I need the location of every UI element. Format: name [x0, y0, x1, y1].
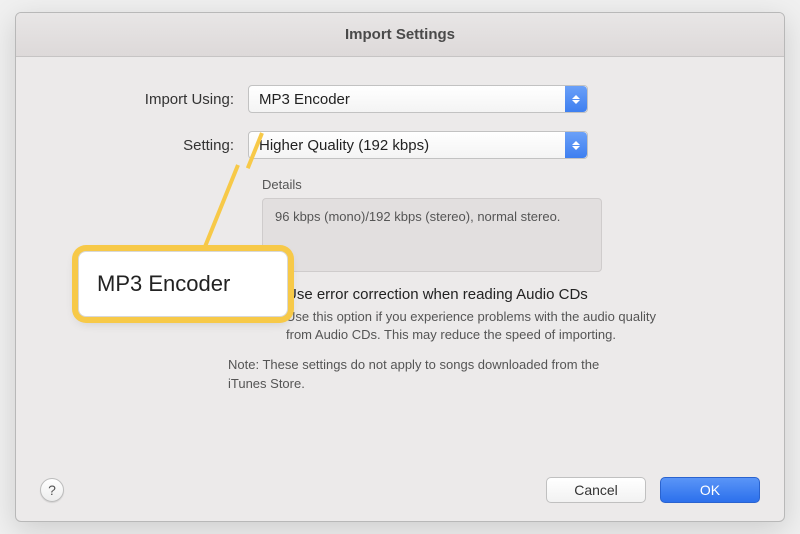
footer-buttons: Cancel OK — [546, 477, 760, 503]
window-titlebar: Import Settings — [16, 13, 784, 57]
cancel-button[interactable]: Cancel — [546, 477, 646, 503]
note-text: Note: These settings do not apply to son… — [228, 357, 599, 390]
window-title: Import Settings — [345, 26, 455, 43]
import-using-value: MP3 Encoder — [259, 91, 350, 108]
details-block: Details 96 kbps (mono)/192 kbps (stereo)… — [262, 177, 602, 272]
setting-label: Setting: — [48, 137, 248, 154]
error-correction-label: Use error correction when reading Audio … — [286, 286, 588, 303]
window-footer: ? Cancel OK — [16, 477, 784, 503]
note-block: Note: These settings do not apply to son… — [228, 356, 628, 392]
error-correction-hint: Use this option if you experience proble… — [286, 308, 666, 344]
question-mark-icon: ? — [48, 482, 56, 498]
setting-row: Setting: Higher Quality (192 kbps) — [48, 131, 752, 159]
import-using-select[interactable]: MP3 Encoder — [248, 85, 588, 113]
help-button[interactable]: ? — [40, 478, 64, 502]
import-settings-window: Import Settings Import Using: MP3 Encode… — [15, 12, 785, 522]
window-content: Import Using: MP3 Encoder Setting: Highe… — [16, 57, 784, 411]
error-correction-block: Use error correction when reading Audio … — [262, 286, 742, 344]
updown-arrows-icon — [565, 132, 587, 158]
import-using-select-wrap: MP3 Encoder — [248, 85, 588, 113]
callout-line — [200, 164, 240, 255]
details-text: 96 kbps (mono)/192 kbps (stereo), normal… — [275, 209, 560, 224]
cancel-button-label: Cancel — [574, 482, 618, 498]
error-correction-row: Use error correction when reading Audio … — [262, 286, 742, 304]
updown-arrows-icon — [565, 86, 587, 112]
callout-box: MP3 Encoder — [78, 251, 288, 317]
import-using-label: Import Using: — [48, 91, 248, 108]
ok-button-label: OK — [700, 482, 720, 498]
details-box: 96 kbps (mono)/192 kbps (stereo), normal… — [262, 198, 602, 272]
setting-select[interactable]: Higher Quality (192 kbps) — [248, 131, 588, 159]
setting-value: Higher Quality (192 kbps) — [259, 137, 429, 154]
import-using-row: Import Using: MP3 Encoder — [48, 85, 752, 113]
callout-text: MP3 Encoder — [97, 271, 230, 297]
setting-select-wrap: Higher Quality (192 kbps) — [248, 131, 588, 159]
ok-button[interactable]: OK — [660, 477, 760, 503]
details-label: Details — [262, 177, 602, 192]
